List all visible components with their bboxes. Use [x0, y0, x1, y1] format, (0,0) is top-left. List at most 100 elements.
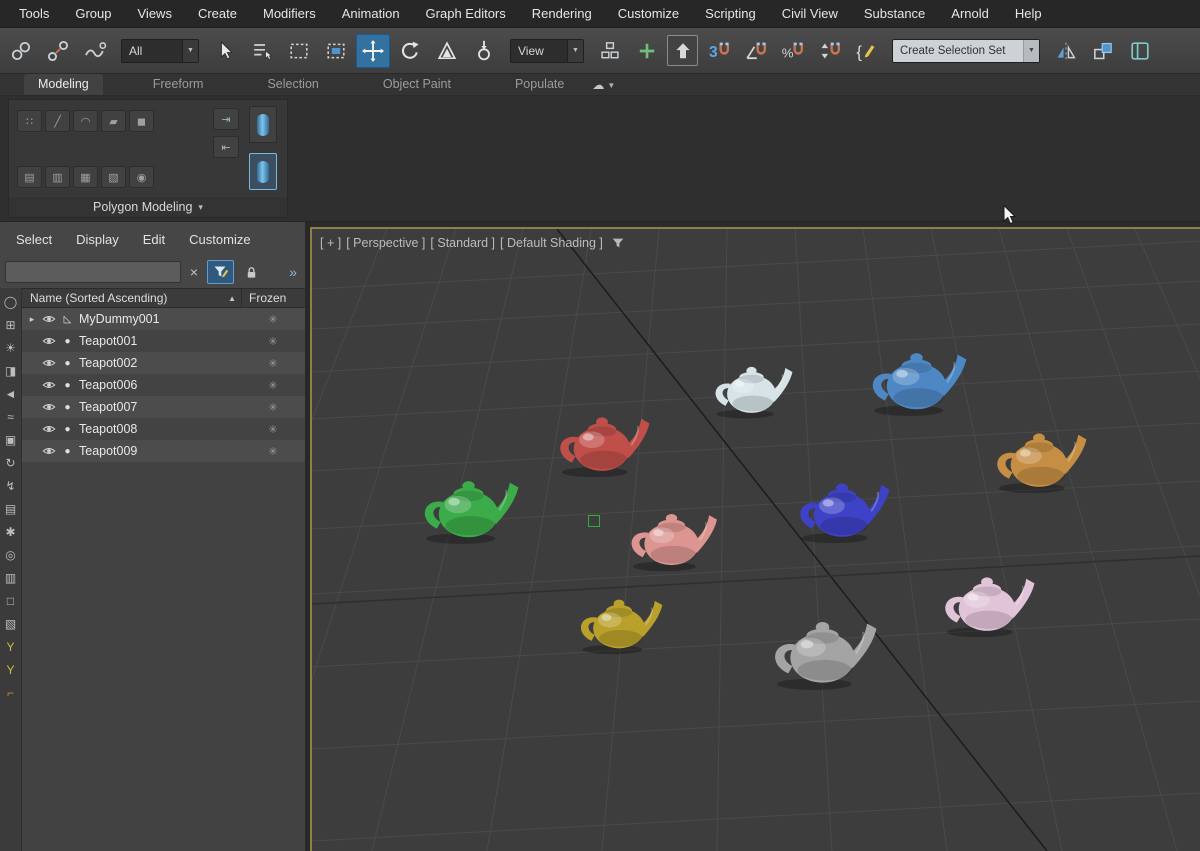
spinner-snap-toggle-button[interactable] — [812, 34, 846, 68]
scene-row-teapot009[interactable]: ●Teapot009✳ — [22, 440, 305, 462]
snaps-toggle-button[interactable] — [701, 34, 735, 68]
menu-item-views[interactable]: Views — [125, 0, 185, 27]
preview-subobject-button[interactable]: ▥ — [45, 166, 70, 188]
polygon-modeling-panel-label[interactable]: Polygon Modeling ▾ — [9, 197, 287, 217]
explorer-menu-customize[interactable]: Customize — [189, 232, 250, 247]
select-and-link-button[interactable] — [4, 34, 38, 68]
scene-row-teapot002[interactable]: ●Teapot002✳ — [22, 352, 305, 374]
explorer-menu-edit[interactable]: Edit — [143, 232, 165, 247]
teapot-green[interactable] — [411, 469, 526, 546]
teapot-white[interactable] — [704, 357, 799, 420]
teapot-gray[interactable] — [760, 609, 885, 692]
teapot-orange[interactable] — [984, 422, 1094, 495]
clear-search-icon[interactable]: × — [187, 264, 201, 280]
previous-modifier-button[interactable]: ⇤ — [213, 136, 239, 158]
menu-item-modifiers[interactable]: Modifiers — [250, 0, 329, 27]
filter-custom-icon[interactable]: Y — [6, 664, 14, 676]
scene-row-teapot007[interactable]: ●Teapot007✳ — [22, 396, 305, 418]
viewport-renderer-label[interactable]: [ Standard ] — [430, 236, 495, 250]
rectangular-selection-region-button[interactable] — [282, 34, 316, 68]
bind-to-space-warp-button[interactable] — [78, 34, 112, 68]
border-mode-button[interactable]: ◠ — [73, 110, 98, 132]
vertex-mode-button[interactable]: ∷ — [17, 110, 42, 132]
named-selection-set-dropdown[interactable]: Create Selection Set▼ — [892, 39, 1040, 63]
menu-item-civil-view[interactable]: Civil View — [769, 0, 851, 27]
teapot-steel-blue[interactable] — [859, 341, 974, 418]
display-bones-icon[interactable]: ↯ — [5, 480, 15, 492]
frozen-icon[interactable]: ✳ — [268, 379, 277, 392]
overflow-chevrons-icon[interactable]: » — [289, 265, 300, 279]
teapot-royal-blue[interactable] — [787, 472, 897, 545]
align-button[interactable] — [1086, 34, 1120, 68]
menu-item-help[interactable]: Help — [1002, 0, 1055, 27]
display-shapes-icon[interactable]: ⊞ — [5, 319, 15, 331]
next-modifier-button[interactable]: ⇥ — [213, 108, 239, 130]
ribbon-tab-populate[interactable]: Populate — [501, 74, 578, 95]
ribbon-options-button[interactable]: ☁ ▼ — [592, 78, 615, 95]
select-object-button[interactable] — [208, 34, 242, 68]
dummy-helper-marker[interactable] — [588, 515, 600, 527]
scene-row-mydummy001[interactable]: ▸◺MyDummy001✳ — [22, 308, 305, 330]
explorer-menu-display[interactable]: Display — [76, 232, 119, 247]
display-xrefs-icon[interactable]: ↻ — [5, 457, 15, 469]
unlink-selection-button[interactable] — [41, 34, 75, 68]
display-helpers-icon[interactable]: ◄ — [5, 388, 17, 400]
viewport-filter-funnel-icon[interactable] — [611, 236, 625, 250]
menu-item-graph-editors[interactable]: Graph Editors — [413, 0, 519, 27]
use-pivot-point-center-button[interactable] — [593, 34, 627, 68]
element-mode-button[interactable]: ◼ — [129, 110, 154, 132]
collapse-stack-button[interactable]: ◉ — [129, 166, 154, 188]
viewport-general-menu[interactable]: [ + ] — [320, 236, 341, 250]
viewport-shading-label[interactable]: [ Default Shading ] — [500, 236, 603, 250]
column-header-frozen[interactable]: Frozen — [241, 289, 305, 307]
teapot-yellow[interactable] — [569, 589, 669, 656]
menu-item-scripting[interactable]: Scripting — [692, 0, 769, 27]
frozen-icon[interactable]: ✳ — [268, 335, 277, 348]
select-and-scale-button[interactable] — [430, 34, 464, 68]
ribbon-tab-modeling[interactable]: Modeling — [24, 74, 103, 95]
edit-named-selection-sets-button[interactable] — [849, 34, 883, 68]
visibility-eye-icon[interactable] — [42, 312, 56, 326]
keyboard-shortcut-override-button[interactable] — [667, 35, 698, 66]
visibility-eye-icon[interactable] — [42, 400, 56, 414]
preview-off-button[interactable]: ▤ — [17, 166, 42, 188]
ribbon-tab-freeform[interactable]: Freeform — [139, 74, 218, 95]
display-lights-icon[interactable]: ☀ — [5, 342, 16, 354]
column-header-name[interactable]: Name (Sorted Ascending) ▲ — [22, 289, 241, 307]
frozen-icon[interactable]: ✳ — [268, 357, 277, 370]
ribbon-tab-object-paint[interactable]: Object Paint — [369, 74, 465, 95]
display-frozen-icon[interactable]: ✱ — [5, 526, 15, 538]
expand-strip-icon[interactable]: ⌐ — [7, 687, 14, 699]
menu-item-rendering[interactable]: Rendering — [519, 0, 605, 27]
ribbon-tab-selection[interactable]: Selection — [253, 74, 332, 95]
window-crossing-button[interactable] — [319, 34, 353, 68]
edge-mode-button[interactable]: ╱ — [45, 110, 70, 132]
filter-edit-button[interactable] — [207, 260, 234, 284]
scene-row-teapot008[interactable]: ●Teapot008✳ — [22, 418, 305, 440]
menu-item-customize[interactable]: Customize — [605, 0, 692, 27]
toggle-scene-explorer-button[interactable] — [1123, 34, 1157, 68]
teapot-salmon[interactable] — [619, 503, 724, 573]
menu-item-substance[interactable]: Substance — [851, 0, 938, 27]
polygon-mode-button[interactable]: ▰ — [101, 110, 126, 132]
visibility-eye-icon[interactable] — [42, 378, 56, 392]
display-groups-icon[interactable]: ▣ — [5, 434, 16, 446]
perspective-viewport[interactable]: [ + ][ Perspective ][ Standard ][ Defaul… — [310, 227, 1200, 851]
frozen-icon[interactable]: ✳ — [268, 445, 277, 458]
menu-item-arnold[interactable]: Arnold — [938, 0, 1002, 27]
display-containers-icon[interactable]: ▤ — [5, 503, 16, 515]
select-by-name-button[interactable] — [245, 34, 279, 68]
teapot-pink[interactable] — [932, 566, 1042, 639]
selection-filter-dropdown[interactable]: All▼ — [121, 39, 199, 63]
visibility-eye-icon[interactable] — [42, 422, 56, 436]
search-input[interactable] — [5, 261, 181, 283]
angle-snap-toggle-button[interactable] — [738, 34, 772, 68]
select-and-manipulate-button[interactable] — [630, 34, 664, 68]
visibility-eye-icon[interactable] — [42, 356, 56, 370]
pin-stack-button[interactable]: ▧ — [101, 166, 126, 188]
teapot-red[interactable] — [547, 406, 657, 479]
display-none-icon[interactable]: ◯ — [4, 296, 17, 308]
visibility-eye-icon[interactable] — [42, 334, 56, 348]
display-materials-icon[interactable]: ▥ — [5, 572, 16, 584]
menu-item-tools[interactable]: Tools — [6, 0, 62, 27]
